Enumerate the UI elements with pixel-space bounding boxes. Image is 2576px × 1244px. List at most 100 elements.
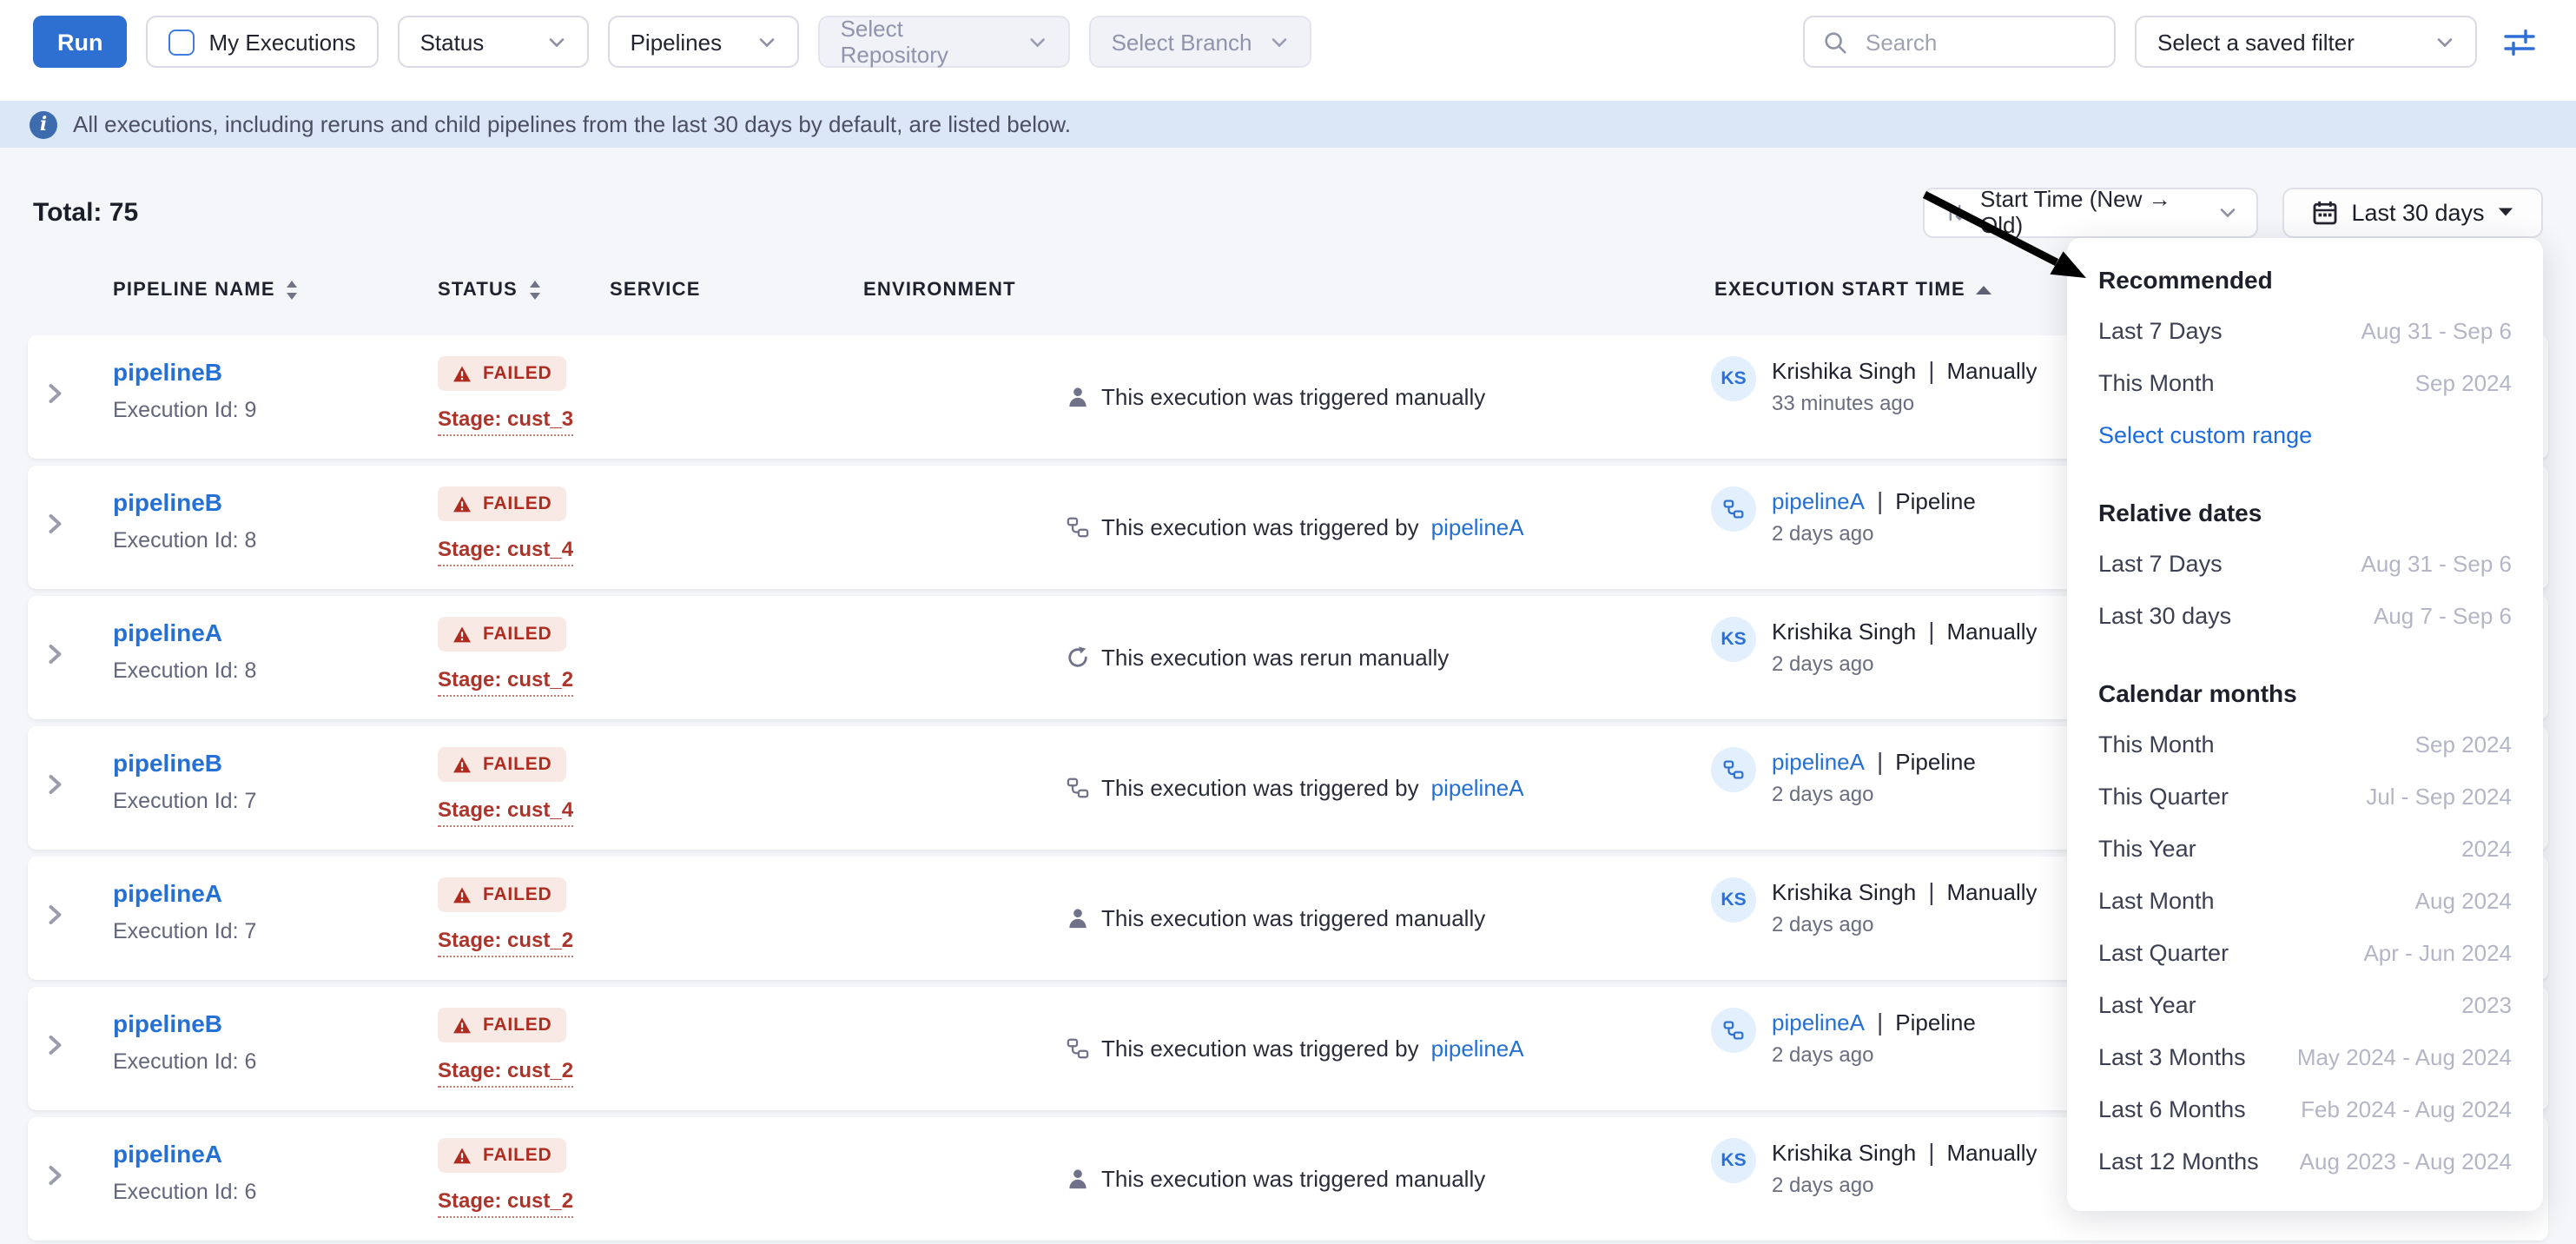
pipeline-name-block: pipelineB Execution Id: 8 — [113, 488, 256, 553]
execution-id: Execution Id: 8 — [113, 658, 256, 683]
pipeline-name-link[interactable]: pipelineB — [113, 358, 222, 386]
failed-stage-link[interactable]: Stage: cust_3 — [438, 406, 573, 435]
date-menu-item[interactable]: This Quarter Jul - Sep 2024 — [2067, 770, 2543, 822]
date-menu-item[interactable]: This Month Sep 2024 — [2067, 718, 2543, 770]
failed-warning-icon — [452, 1146, 472, 1165]
branch-filter-label: Select Branch — [1112, 29, 1252, 55]
search-icon — [1822, 29, 1848, 55]
trigger-info: This execution was triggered by pipeline… — [1067, 466, 1524, 589]
date-menu-item-range: Sep 2024 — [2415, 369, 2512, 395]
filter-settings-button[interactable] — [2496, 16, 2543, 68]
repository-filter-dropdown[interactable]: Select Repository — [818, 16, 1070, 68]
my-executions-checkbox[interactable] — [169, 29, 195, 55]
status-block: FAILED Stage: cust_2 — [438, 1008, 573, 1087]
date-menu-item[interactable]: Last 7 Days Aug 31 - Sep 6 — [2067, 537, 2543, 589]
date-menu-item[interactable]: Last Year 2023 — [2067, 978, 2543, 1030]
my-executions-toggle[interactable]: My Executions — [147, 16, 379, 68]
date-menu-item[interactable]: Last Quarter Apr - Jun 2024 — [2067, 926, 2543, 978]
date-menu-item-range: 2024 — [2461, 835, 2512, 861]
column-header-label: ENVIRONMENT — [863, 280, 1016, 301]
row-expand-chevron-icon[interactable] — [47, 1164, 63, 1187]
failed-stage-link[interactable]: Stage: cust_4 — [438, 797, 573, 826]
trigger-pipeline-link[interactable]: pipelineA — [1431, 775, 1524, 801]
status-badge: FAILED — [438, 617, 566, 652]
row-expand-chevron-icon[interactable] — [47, 643, 63, 665]
trigger-mode: Manually — [1947, 878, 2038, 904]
sort-arrows-icon — [1944, 201, 1966, 223]
execution-id: Execution Id: 6 — [113, 1180, 256, 1204]
pipeline-name-link[interactable]: pipelineA — [113, 619, 222, 646]
date-range-button[interactable]: Last 30 days — [2282, 187, 2543, 237]
run-button[interactable]: Run — [33, 16, 128, 68]
search-input[interactable] — [1862, 27, 2077, 56]
failed-warning-icon — [452, 625, 472, 644]
pipeline-trigger-icon — [1067, 516, 1089, 539]
execution-id: Execution Id: 6 — [113, 1049, 256, 1074]
actor-name: Krishika Singh — [1772, 618, 1916, 644]
date-menu-item-range: Aug 31 - Sep 6 — [2361, 550, 2512, 576]
pipeline-name-block: pipelineB Execution Id: 9 — [113, 358, 256, 422]
date-menu-item[interactable]: Last 6 Months Feb 2024 - Aug 2024 — [2067, 1082, 2543, 1135]
pipeline-name-link[interactable]: pipelineA — [113, 1140, 222, 1168]
actor-separator: | — [1877, 747, 1883, 775]
avatar-initials: KS — [1721, 1150, 1746, 1171]
date-menu-item[interactable]: This Month Sep 2024 — [2067, 356, 2543, 408]
date-menu-item[interactable]: Last 12 Months Aug 2023 - Aug 2024 — [2067, 1135, 2543, 1187]
row-expand-chevron-icon[interactable] — [47, 1034, 63, 1056]
chevron-down-icon — [2435, 36, 2454, 48]
date-menu-item-label: Last 6 Months — [2098, 1095, 2246, 1122]
execution-id: Execution Id: 9 — [113, 398, 256, 422]
date-menu-item-range: Aug 2024 — [2415, 887, 2512, 913]
row-expand-chevron-icon[interactable] — [47, 513, 63, 535]
chevron-down-icon — [757, 36, 776, 48]
trigger-info: This execution was triggered manually — [1067, 1117, 1485, 1241]
row-expand-chevron-icon[interactable] — [47, 773, 63, 796]
saved-filter-dropdown[interactable]: Select a saved filter — [2135, 16, 2477, 68]
failed-stage-link[interactable]: Stage: cust_2 — [438, 1188, 573, 1217]
failed-stage-link[interactable]: Stage: cust_2 — [438, 666, 573, 696]
date-menu-item[interactable]: Last 30 days Aug 7 - Sep 6 — [2067, 589, 2543, 641]
failed-stage-link[interactable]: Stage: cust_2 — [438, 1057, 573, 1087]
trigger-description: This execution was triggered by — [1101, 1036, 1419, 1062]
status-badge: FAILED — [438, 1008, 566, 1042]
pipeline-name-link[interactable]: pipelineB — [113, 1009, 222, 1037]
pipeline-name-link[interactable]: pipelineA — [113, 879, 222, 907]
status-label: FAILED — [483, 884, 552, 905]
status-block: FAILED Stage: cust_3 — [438, 356, 573, 435]
status-badge: FAILED — [438, 486, 566, 521]
pipeline-name-link[interactable]: pipelineB — [113, 488, 222, 516]
trigger-pipeline-link[interactable]: pipelineA — [1431, 514, 1524, 540]
execution-id: Execution Id: 7 — [113, 789, 256, 813]
date-menu-item[interactable]: Last 3 Months May 2024 - Aug 2024 — [2067, 1030, 2543, 1082]
date-menu-item[interactable]: Last Month Aug 2024 — [2067, 874, 2543, 926]
pipeline-avatar-icon — [1723, 1020, 1744, 1041]
failed-stage-link[interactable]: Stage: cust_4 — [438, 536, 573, 566]
status-label: FAILED — [483, 1015, 552, 1036]
avatar — [1711, 486, 1756, 532]
toolbar: Run My Executions Status Pipelines Selec… — [0, 0, 2576, 101]
manual-trigger-icon — [1067, 386, 1089, 408]
sort-ascending-icon[interactable] — [1976, 285, 1993, 295]
trigger-pipeline-link[interactable]: pipelineA — [1431, 1036, 1524, 1062]
chevron-down-icon — [1028, 36, 1047, 48]
execution-time: 2 days ago — [1772, 652, 2038, 676]
avatar — [1711, 1008, 1756, 1053]
date-menu-item[interactable]: Select custom range — [2067, 408, 2543, 460]
sort-both-icon[interactable] — [286, 280, 300, 301]
trigger-description: This execution was triggered by — [1101, 775, 1419, 801]
chevron-down-icon — [1270, 36, 1289, 48]
pipeline-name-link[interactable]: pipelineB — [113, 749, 222, 777]
status-filter-dropdown[interactable]: Status — [398, 16, 589, 68]
row-expand-chevron-icon[interactable] — [47, 382, 63, 405]
failed-stage-link[interactable]: Stage: cust_2 — [438, 927, 573, 956]
date-menu-item[interactable]: Last 7 Days Aug 31 - Sep 6 — [2067, 304, 2543, 356]
row-expand-chevron-icon[interactable] — [47, 903, 63, 926]
actor-separator: | — [1928, 1138, 1934, 1166]
sort-both-icon[interactable] — [528, 280, 542, 301]
avatar: KS — [1711, 356, 1756, 401]
branch-filter-dropdown[interactable]: Select Branch — [1089, 16, 1311, 68]
date-menu-item[interactable]: This Year 2024 — [2067, 822, 2543, 874]
date-menu-item-label: Last 7 Days — [2098, 317, 2223, 343]
sort-dropdown[interactable]: Start Time (New → Old) — [1923, 187, 2258, 237]
pipelines-filter-dropdown[interactable]: Pipelines — [608, 16, 799, 68]
